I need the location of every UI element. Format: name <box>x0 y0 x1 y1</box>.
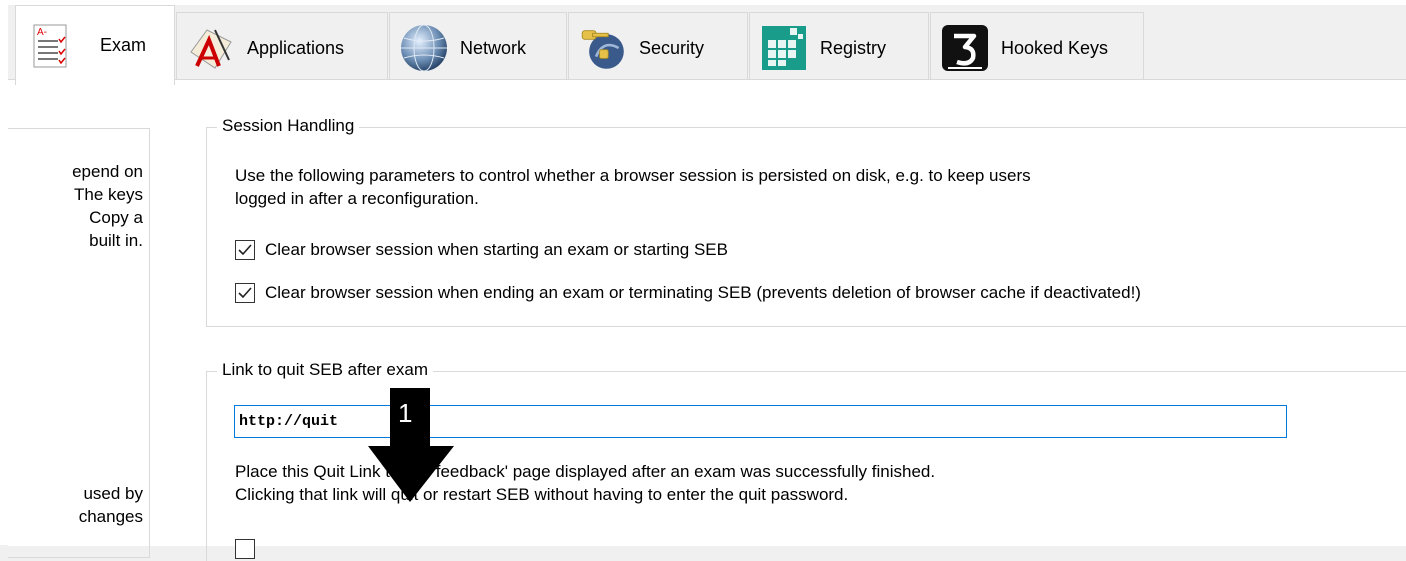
registry-cubes-icon <box>758 22 810 74</box>
tab-registry[interactable]: Registry <box>749 12 929 83</box>
quit-link-description-line: Place this Quit Link to the 'feedback' p… <box>235 462 936 481</box>
callout-number: 1 <box>398 398 412 428</box>
session-description-line: logged in after a reconfiguration. <box>235 189 479 208</box>
clear-session-start-label: Clear browser session when starting an e… <box>265 240 728 259</box>
tab-exam[interactable]: A- Exam <box>15 5 175 85</box>
partial-checkbox-row[interactable] <box>235 539 265 559</box>
checkmark-icon <box>238 244 252 256</box>
quit-link-title: Link to quit SEB after exam <box>217 360 433 380</box>
checkmark-icon <box>238 287 252 299</box>
quit-link-description-line: Clicking that link will quit or restart … <box>235 485 849 504</box>
left-group-box: epend on The keys Copy a built in. used … <box>8 128 150 558</box>
tab-network-label: Network <box>460 37 527 58</box>
partial-checkbox[interactable] <box>235 539 255 559</box>
tab-security[interactable]: Security <box>568 12 748 83</box>
network-globe-icon <box>398 22 450 74</box>
tab-applications-label: Applications <box>247 37 345 58</box>
clear-session-start-checkbox[interactable] <box>235 240 255 260</box>
clear-session-end-checkbox[interactable] <box>235 283 255 303</box>
tab-registry-label: Registry <box>820 37 887 58</box>
exam-sheet-icon: A- <box>24 20 76 72</box>
left-text-line: used by <box>83 484 143 503</box>
left-text-line: Copy a <box>89 208 143 227</box>
left-text-line: The keys <box>74 185 143 204</box>
security-keys-icon <box>577 22 629 74</box>
down-arrow-callout-icon: 1 <box>366 388 458 504</box>
tab-security-label: Security <box>639 37 705 58</box>
tab-hooked-keys[interactable]: Hooked Keys <box>930 12 1144 83</box>
tab-bar: A- Exam Applications Network Security Re… <box>0 5 1406 85</box>
tab-exam-label: Exam <box>100 35 147 55</box>
applications-icon <box>185 22 237 74</box>
clear-session-end-label: Clear browser session when ending an exa… <box>265 283 1141 302</box>
tab-applications[interactable]: Applications <box>176 12 388 83</box>
exam-tab-pane: epend on The keys Copy a built in. used … <box>8 79 1406 561</box>
tab-network[interactable]: Network <box>389 12 567 83</box>
tab-hooked-keys-label: Hooked Keys <box>1001 37 1109 58</box>
left-text-line: built in. <box>89 231 143 250</box>
clear-session-end-row[interactable]: Clear browser session when ending an exa… <box>235 283 1141 303</box>
session-handling-title: Session Handling <box>217 116 360 136</box>
session-description-line: Use the following parameters to control … <box>235 166 1031 185</box>
left-text-line: epend on <box>72 162 143 181</box>
hooked-keys-icon <box>939 22 991 74</box>
window-left-edge <box>0 5 8 545</box>
svg-text:A-: A- <box>37 27 47 38</box>
clear-session-start-row[interactable]: Clear browser session when starting an e… <box>235 240 728 260</box>
left-text-line: changes <box>78 507 143 526</box>
session-handling-group: Session Handling Use the following param… <box>206 116 1406 327</box>
